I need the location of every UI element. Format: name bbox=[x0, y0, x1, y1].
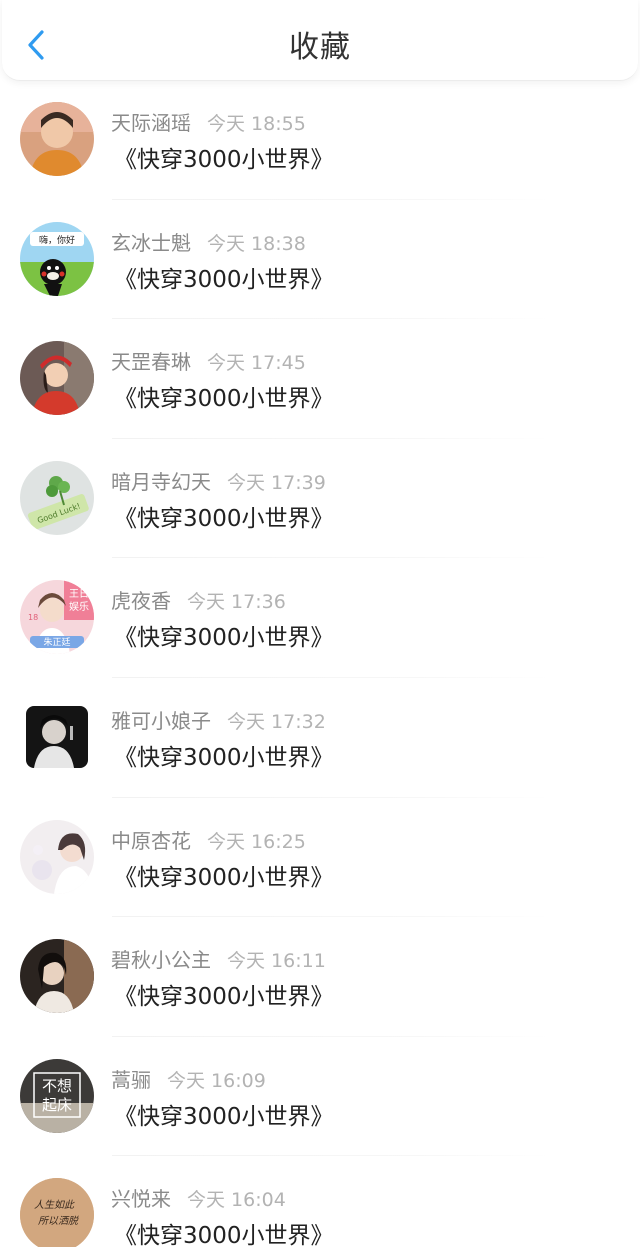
user-name[interactable]: 天罡春琳 bbox=[111, 350, 191, 374]
book-title[interactable]: 《快穿3000小世界》 bbox=[114, 1220, 334, 1247]
user-name[interactable]: 天际涵瑶 bbox=[111, 111, 191, 135]
favorite-meta: 天罡春琳 今天 17:45 bbox=[111, 349, 306, 376]
timestamp: 今天 18:55 bbox=[207, 113, 306, 135]
timestamp: 今天 16:04 bbox=[187, 1189, 286, 1212]
user-name[interactable]: 虎夜香 bbox=[111, 589, 171, 613]
favorite-meta: 玄冰士魁 今天 18:38 bbox=[111, 230, 306, 257]
book-title[interactable]: 《快穿3000小世界》 bbox=[114, 1101, 334, 1133]
book-title[interactable]: 《快穿3000小世界》 bbox=[114, 383, 334, 415]
favorites-list: 天际涵瑶 今天 18:55 《快穿3000小世界》 嗨，你好 玄冰士魁 今天 1… bbox=[0, 80, 640, 1247]
favorite-meta: 天际涵瑶 今天 18:55 bbox=[111, 110, 306, 137]
book-title[interactable]: 《快穿3000小世界》 bbox=[114, 622, 334, 654]
user-name[interactable]: 雅可小娘子 bbox=[111, 709, 211, 733]
user-name[interactable]: 兴悦来 bbox=[111, 1187, 171, 1211]
avatar[interactable] bbox=[20, 102, 94, 176]
user-name[interactable]: 碧秋小公主 bbox=[111, 948, 211, 972]
list-item[interactable]: 碧秋小公主 今天 16:11 《快穿3000小世界》 bbox=[0, 917, 640, 1037]
book-title[interactable]: 《快穿3000小世界》 bbox=[114, 862, 334, 894]
favorite-meta: 虎夜香 今天 17:36 bbox=[111, 588, 286, 615]
avatar[interactable] bbox=[20, 341, 94, 416]
favorite-meta: 雅可小娘子 今天 17:32 bbox=[111, 708, 326, 735]
user-name[interactable]: 暗月寺幻天 bbox=[111, 470, 211, 494]
book-title[interactable]: 《快穿3000小世界》 bbox=[114, 981, 334, 1013]
top-nav-bar: 收藏 bbox=[2, 0, 638, 81]
avatar[interactable]: 人生如此 所以洒脱 bbox=[20, 1178, 94, 1247]
list-item[interactable]: 天罡春琳 今天 17:45 《快穿3000小世界》 bbox=[0, 319, 640, 439]
list-item[interactable]: 天际涵瑶 今天 18:55 《快穿3000小世界》 bbox=[0, 80, 640, 200]
avatar[interactable]: 王日 娱乐 18 朱正廷 bbox=[20, 580, 94, 655]
list-item[interactable]: 人生如此 所以洒脱 兴悦来 今天 16:04 《快穿3000小世界》 bbox=[0, 1156, 640, 1247]
timestamp: 今天 17:39 bbox=[227, 471, 326, 494]
avatar-caption: 不想 bbox=[42, 1077, 72, 1095]
list-item[interactable]: 中原杏花 今天 16:25 《快穿3000小世界》 bbox=[0, 798, 640, 918]
book-title[interactable]: 《快穿3000小世界》 bbox=[114, 144, 334, 176]
user-name[interactable]: 蒿骊 bbox=[111, 1068, 151, 1092]
timestamp: 今天 17:36 bbox=[187, 591, 286, 614]
avatar-caption: 王日 bbox=[69, 589, 89, 600]
timestamp: 今天 16:25 bbox=[207, 830, 306, 853]
avatar-caption: 人生如此 bbox=[34, 1199, 75, 1211]
avatar-caption: 娱乐 bbox=[69, 600, 89, 613]
timestamp: 今天 16:11 bbox=[227, 950, 326, 973]
timestamp: 今天 17:45 bbox=[207, 352, 306, 375]
avatar[interactable]: 不想 起床 bbox=[20, 1058, 94, 1133]
avatar[interactable]: Good Luck! bbox=[20, 460, 94, 535]
favorites-page: 收藏 天际涵瑶 今天 18:55 《快穿3000小世界》 嗨，你好 玄冰士魁 今… bbox=[0, 0, 640, 1247]
favorite-meta: 碧秋小公主 今天 16:11 bbox=[111, 947, 326, 974]
avatar[interactable] bbox=[20, 819, 94, 894]
list-item[interactable]: 雅可小娘子 今天 17:32 《快穿3000小世界》 bbox=[0, 678, 640, 798]
list-item[interactable]: 王日 娱乐 18 朱正廷 虎夜香 今天 17:36 《快穿3000小世界》 bbox=[0, 558, 640, 678]
avatar-caption: 起床 bbox=[42, 1096, 72, 1114]
timestamp: 今天 16:09 bbox=[167, 1069, 266, 1092]
book-title[interactable]: 《快穿3000小世界》 bbox=[114, 742, 334, 774]
timestamp: 今天 17:32 bbox=[227, 710, 326, 733]
avatar-caption: 朱正廷 bbox=[43, 636, 70, 648]
user-name[interactable]: 玄冰士魁 bbox=[111, 231, 191, 255]
favorite-meta: 蒿骊 今天 16:09 bbox=[111, 1067, 266, 1094]
list-item[interactable]: Good Luck! 暗月寺幻天 今天 17:39 《快穿3000小世界》 bbox=[0, 439, 640, 559]
avatar-caption: 18 bbox=[28, 613, 38, 622]
user-name[interactable]: 中原杏花 bbox=[111, 829, 191, 853]
page-title: 收藏 bbox=[289, 30, 351, 65]
avatar[interactable]: 嗨，你好 bbox=[20, 221, 94, 296]
avatar-caption: 嗨，你好 bbox=[39, 234, 75, 246]
favorite-meta: 中原杏花 今天 16:25 bbox=[111, 828, 306, 855]
timestamp: 今天 18:38 bbox=[207, 232, 306, 255]
avatar[interactable] bbox=[26, 705, 88, 768]
avatar-caption: 所以洒脱 bbox=[38, 1215, 79, 1227]
favorite-meta: 暗月寺幻天 今天 17:39 bbox=[111, 469, 326, 496]
list-item[interactable]: 不想 起床 蒿骊 今天 16:09 《快穿3000小世界》 bbox=[0, 1037, 640, 1157]
book-title[interactable]: 《快穿3000小世界》 bbox=[114, 503, 334, 535]
list-item[interactable]: 嗨，你好 玄冰士魁 今天 18:38 《快穿3000小世界》 bbox=[0, 200, 640, 320]
favorite-meta: 兴悦来 今天 16:04 bbox=[111, 1186, 286, 1213]
book-title[interactable]: 《快穿3000小世界》 bbox=[114, 264, 334, 296]
avatar[interactable] bbox=[20, 939, 94, 1014]
